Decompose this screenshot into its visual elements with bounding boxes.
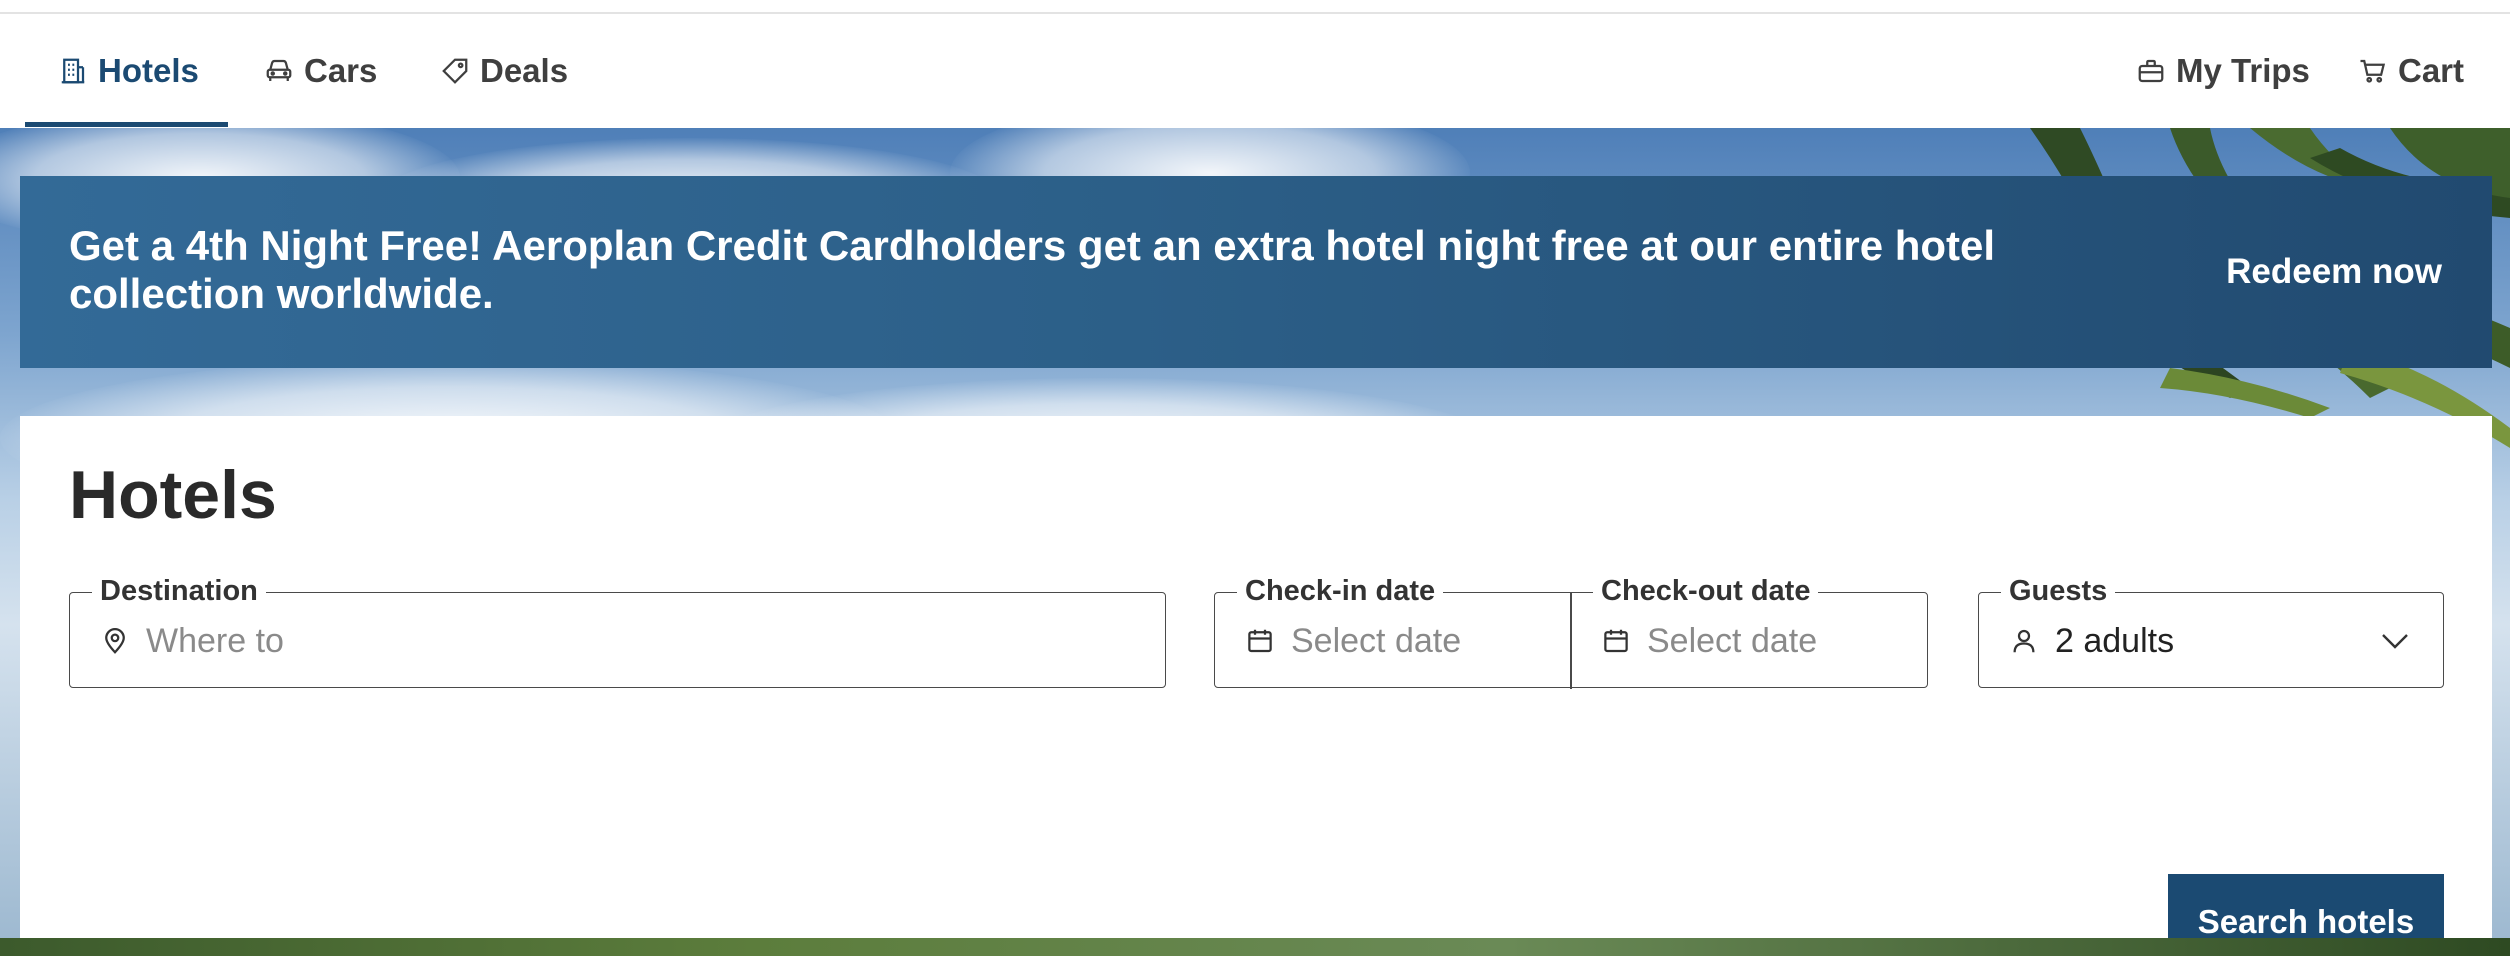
destination-placeholder: Where to xyxy=(146,621,284,660)
guests-value: 2 adults xyxy=(2055,621,2175,660)
checkout-placeholder: Select date xyxy=(1647,621,1818,660)
browser-top-edge xyxy=(0,0,2510,14)
destination-input[interactable]: Where to xyxy=(100,593,284,689)
date-range-field: Check-in date Check-out date Select date… xyxy=(1214,573,1928,689)
my-trips-link[interactable]: My Trips xyxy=(2136,14,2310,128)
hero-bottom-strip xyxy=(0,938,2510,956)
top-navigation: Hotels Cars Deals My Trips Cart xyxy=(0,14,2510,128)
hero-background-image: Get a 4th Night Free! Aeroplan Credit Ca… xyxy=(0,128,2510,956)
calendar-icon xyxy=(1604,629,1628,653)
car-icon xyxy=(266,59,292,81)
cart-label: Cart xyxy=(2398,52,2465,89)
person-icon xyxy=(2013,629,2035,653)
my-trips-label: My Trips xyxy=(2176,52,2310,89)
promo-text: Get a 4th Night Free! Aeroplan Credit Ca… xyxy=(69,222,1996,317)
tag-icon xyxy=(442,58,468,84)
page-title: Hotels xyxy=(69,457,277,533)
calendar-icon xyxy=(1248,629,1272,653)
chevron-down-icon[interactable] xyxy=(2379,627,2411,655)
date-divider xyxy=(1570,593,1572,689)
hotel-search-panel: Hotels Destination Where to Check-in dat… xyxy=(20,416,2492,956)
tab-deals[interactable]: Deals xyxy=(440,14,568,128)
building-icon xyxy=(61,58,85,84)
tab-hotels-label: Hotels xyxy=(98,52,199,89)
promo-banner: Get a 4th Night Free! Aeroplan Credit Ca… xyxy=(20,176,2492,368)
tab-cars[interactable]: Cars xyxy=(264,14,377,128)
cart-link[interactable]: Cart xyxy=(2358,14,2464,128)
destination-field[interactable]: Destination Where to xyxy=(69,573,1166,689)
suitcase-icon xyxy=(2138,59,2164,83)
redeem-now-link[interactable]: Redeem now xyxy=(2226,252,2442,292)
guests-field[interactable]: Guests 2 adults xyxy=(1978,573,2444,689)
tab-cars-label: Cars xyxy=(304,52,378,89)
cart-icon xyxy=(2360,59,2386,83)
checkin-date-input[interactable]: Select date xyxy=(1245,593,1461,689)
active-tab-indicator xyxy=(25,122,228,127)
checkout-date-input[interactable]: Select date xyxy=(1601,593,1817,689)
location-pin-icon xyxy=(105,628,125,654)
checkin-placeholder: Select date xyxy=(1291,621,1462,660)
tab-deals-label: Deals xyxy=(480,52,569,89)
guests-select[interactable]: 2 adults xyxy=(2009,593,2174,689)
tab-hotels[interactable]: Hotels xyxy=(58,14,199,128)
